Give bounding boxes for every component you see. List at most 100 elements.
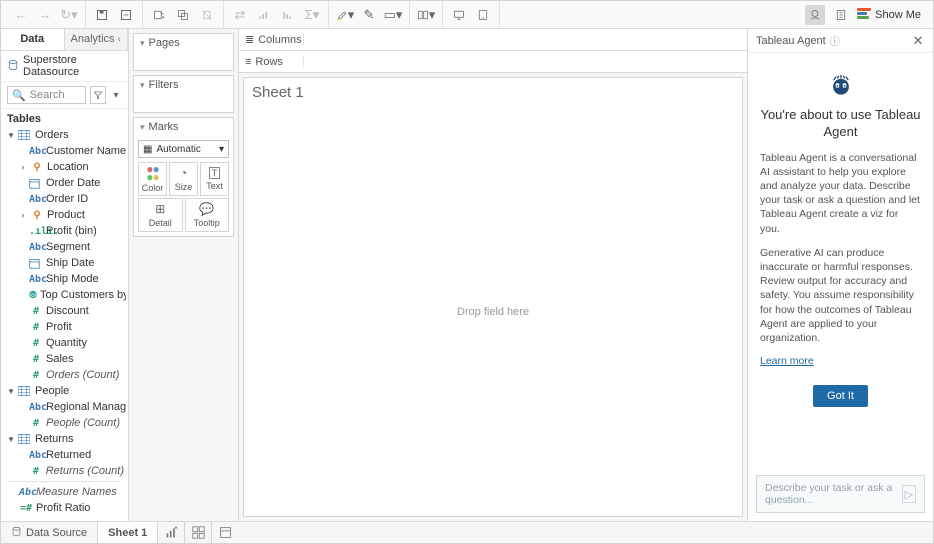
tab-data-source[interactable]: Data Source: [1, 522, 98, 543]
field-measure-names[interactable]: AbcMeasure Names: [3, 484, 126, 500]
drop-field-hint: Drop field here: [244, 107, 742, 516]
send-icon[interactable]: ▷: [902, 485, 916, 503]
data-guide-icon[interactable]: [831, 5, 851, 25]
color-icon: ●●●●: [146, 165, 159, 181]
revert-icon[interactable]: [116, 5, 136, 25]
field-segment[interactable]: AbcSegment: [3, 239, 126, 255]
datasource-row[interactable]: Superstore Datasource: [1, 51, 128, 82]
mark-tooltip[interactable]: 💬Tooltip: [185, 198, 230, 232]
info-icon[interactable]: ⓘ: [830, 33, 840, 48]
annotate-icon[interactable]: ✎: [359, 5, 379, 25]
new-worksheet-button[interactable]: [158, 522, 185, 543]
swap-icon[interactable]: ⇄: [230, 5, 250, 25]
table-people[interactable]: ▾People: [3, 383, 126, 399]
field-profit-ratio[interactable]: =#Profit Ratio: [3, 500, 126, 516]
field-returns-count[interactable]: #Returns (Count): [3, 463, 126, 479]
search-placeholder: Search: [30, 89, 65, 101]
filter-fields-button[interactable]: [90, 86, 106, 104]
totals-icon[interactable]: Σ▾: [302, 5, 322, 25]
field-profit-bin[interactable]: .ılı.Profit (bin): [3, 223, 126, 239]
sheet-view[interactable]: Sheet 1 Drop field here: [243, 77, 743, 517]
new-worksheet-icon: [162, 524, 180, 542]
back-icon[interactable]: ←: [11, 5, 31, 25]
forward-icon[interactable]: →: [35, 5, 55, 25]
field-returned[interactable]: AbcReturned: [3, 447, 126, 463]
tab-analytics[interactable]: Analytics ‹: [65, 29, 129, 50]
show-me-icon: [857, 8, 871, 22]
field-profit[interactable]: #Profit: [3, 319, 126, 335]
datasource-name: Superstore Datasource: [23, 54, 122, 78]
agent-avatar-icon: [827, 71, 855, 99]
learn-more-link[interactable]: Learn more: [760, 355, 814, 367]
agent-panel: Tableau Agent ⓘ ✕ You're about to use Tab…: [747, 29, 933, 521]
rows-shelf[interactable]: ≡Rows: [239, 51, 747, 73]
fit-icon[interactable]: ▾: [416, 5, 436, 25]
field-ship-mode[interactable]: AbcShip Mode: [3, 271, 126, 287]
got-it-button[interactable]: Got It: [813, 385, 868, 407]
mark-type-select[interactable]: ▦Automatic▾: [138, 140, 229, 158]
field-ship-date[interactable]: Ship Date: [3, 255, 126, 271]
presentation-icon[interactable]: [449, 5, 469, 25]
mark-color[interactable]: ●●●●Color: [138, 162, 167, 196]
field-customer-name[interactable]: AbcCustomer Name: [3, 143, 126, 159]
sort-asc-icon[interactable]: [254, 5, 274, 25]
undo-dropdown-icon[interactable]: ↻▾: [59, 5, 79, 25]
fields-menu-button[interactable]: ▾: [110, 86, 122, 104]
highlight-icon[interactable]: ▾: [335, 5, 355, 25]
sheet-title: Sheet 1: [244, 78, 742, 107]
columns-shelf[interactable]: ≣Columns: [239, 29, 747, 51]
new-dashboard-button[interactable]: [185, 522, 212, 543]
field-regional-manager[interactable]: AbcRegional Manager: [3, 399, 126, 415]
agent-input[interactable]: Describe your task or ask a question... …: [756, 475, 925, 513]
bottom-tabs: Data Source Sheet 1: [1, 521, 933, 543]
field-discount[interactable]: #Discount: [3, 303, 126, 319]
field-quantity[interactable]: #Quantity: [3, 335, 126, 351]
auto-icon: ▦: [143, 144, 152, 155]
field-order-id[interactable]: AbcOrder ID: [3, 191, 126, 207]
toolbar: ← → ↻▾ ⇄ Σ▾ ▾ ✎ ▭▾ ▾ Show Me: [1, 1, 933, 29]
new-story-button[interactable]: [212, 522, 238, 543]
agent-paragraph-1: Tableau Agent is a conversational AI ass…: [760, 151, 921, 236]
device-icon[interactable]: [473, 5, 493, 25]
mark-detail[interactable]: ⊞Detail: [138, 198, 183, 232]
table-returns[interactable]: ▾Returns: [3, 431, 126, 447]
canvas-area: ≣Columns ≡Rows Sheet 1 Drop field here: [239, 29, 747, 521]
field-location[interactable]: ›⚲Location: [3, 159, 126, 175]
tab-data[interactable]: Data: [1, 29, 65, 50]
data-pane: Data Analytics ‹ Superstore Datasource 🔍…: [1, 29, 129, 521]
field-orders-count[interactable]: #Orders (Count): [3, 367, 126, 383]
show-me-button[interactable]: Show Me: [857, 8, 921, 22]
fields-tree: ▾Orders AbcCustomer Name ›⚲Location Orde…: [1, 127, 128, 521]
columns-icon: ≣: [245, 33, 254, 46]
tables-header: Tables: [1, 109, 128, 127]
close-icon[interactable]: ✕: [911, 34, 925, 48]
mark-size[interactable]: ◔Size: [169, 162, 198, 196]
clear-icon[interactable]: [197, 5, 217, 25]
pages-shelf[interactable]: ▾Pages: [133, 33, 234, 71]
tooltip-icon: 💬: [199, 202, 214, 216]
new-dashboard-icon: [189, 524, 207, 542]
filters-shelf[interactable]: ▾Filters: [133, 75, 234, 113]
field-product[interactable]: ›⚲Product: [3, 207, 126, 223]
table-orders[interactable]: ▾Orders: [3, 127, 126, 143]
show-me-label: Show Me: [875, 9, 921, 21]
field-people-count[interactable]: #People (Count): [3, 415, 126, 431]
tab-sheet-1[interactable]: Sheet 1: [98, 522, 158, 543]
agent-title: Tableau Agent: [756, 35, 826, 47]
field-sales[interactable]: #Sales: [3, 351, 126, 367]
duplicate-icon[interactable]: [173, 5, 193, 25]
agent-headline: You're about to use Tableau Agent: [760, 107, 921, 141]
agent-paragraph-2: Generative AI can produce inaccurate or …: [760, 246, 921, 345]
detail-icon: ⊞: [155, 202, 165, 216]
sort-desc-icon[interactable]: [278, 5, 298, 25]
new-story-icon: [216, 524, 234, 542]
save-icon[interactable]: [92, 5, 112, 25]
search-input[interactable]: 🔍 Search: [7, 86, 86, 104]
field-top-customers-set[interactable]: ⦾Top Customers by P...: [3, 287, 126, 303]
agent-toggle-icon[interactable]: [805, 5, 825, 25]
marks-card: ▾Marks ▦Automatic▾ ●●●●Color ◔Size TText…: [133, 117, 234, 237]
mark-text[interactable]: TText: [200, 162, 229, 196]
field-order-date[interactable]: Order Date: [3, 175, 126, 191]
new-sheet-icon[interactable]: [149, 5, 169, 25]
format-icon[interactable]: ▭▾: [383, 5, 403, 25]
